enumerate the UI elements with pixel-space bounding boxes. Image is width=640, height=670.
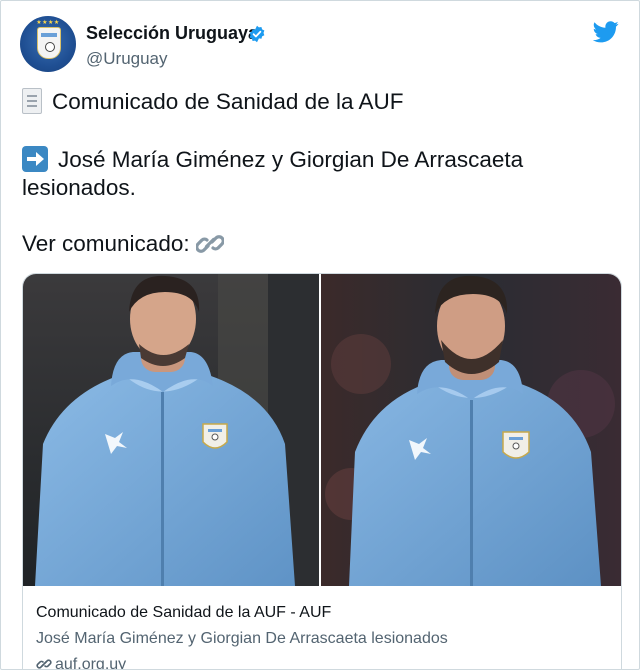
tweet-line-2-text: José María Giménez y Giorgian De Arrasca…: [58, 147, 524, 172]
card-title[interactable]: Comunicado de Sanidad de la AUF - AUF: [36, 604, 331, 622]
player-photo-gimenez: [23, 274, 319, 586]
tweet-line-1-text: Comunicado de Sanidad de la AUF: [52, 89, 404, 114]
link-preview-card[interactable]: Comunicado de Sanidad de la AUF - AUF Jo…: [22, 273, 622, 670]
right-arrow-icon: [22, 146, 48, 172]
tweet-line-4-text: Ver comunicado:: [22, 231, 190, 256]
twitter-bird-icon[interactable]: [593, 21, 619, 43]
auf-crest-icon: [37, 27, 61, 59]
link-icon: [36, 659, 52, 669]
card-description: José María Giménez y Giorgian De Arrasca…: [36, 630, 448, 647]
link-icon[interactable]: [195, 231, 224, 257]
avatar[interactable]: ★★★★: [20, 16, 76, 72]
tweet-line-2: José María Giménez y Giorgian De Arrasca…: [22, 145, 523, 174]
tweet-line-4: Ver comunicado:: [22, 229, 224, 258]
tweet-card: ★★★★ Selección Uruguaya @Uruguay Comunic…: [0, 0, 640, 670]
card-domain-text: auf.org.uy: [55, 656, 127, 670]
tweet-line-1: Comunicado de Sanidad de la AUF: [22, 87, 403, 116]
account-name[interactable]: Selección Uruguaya: [86, 23, 258, 44]
stars-decoration: ★★★★: [36, 20, 60, 26]
player-photo-de-arrascaeta: [321, 274, 621, 586]
tweet-line-3: lesionados.: [22, 175, 136, 200]
verified-badge-icon: [249, 25, 265, 43]
card-domain[interactable]: auf.org.uy: [36, 656, 127, 670]
account-handle[interactable]: @Uruguay: [86, 49, 168, 69]
document-icon: [22, 88, 42, 114]
